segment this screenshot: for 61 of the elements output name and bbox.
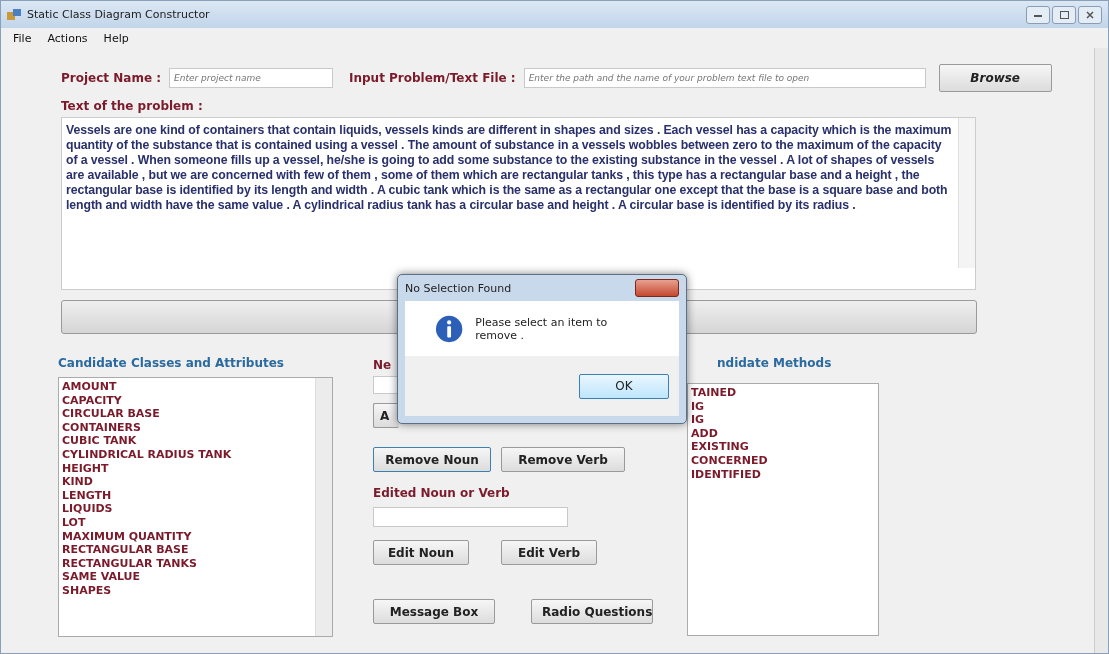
list-item[interactable]: LIQUIDS — [62, 502, 312, 516]
list-item[interactable]: EXISTING — [691, 440, 875, 454]
file-path-field[interactable]: Enter the path and the name of your problem text file to open — [523, 68, 926, 88]
add-button[interactable]: A — [373, 403, 399, 428]
list-item[interactable]: SHAPES — [62, 583, 312, 598]
remove-button[interactable]: Remove Noun — [373, 447, 491, 472]
project-name-field[interactable]: Enter project name — [169, 68, 333, 88]
app-icon — [7, 8, 21, 21]
list-item[interactable]: CUBIC TANK — [62, 434, 312, 448]
list-item[interactable]: CONTAINERS — [62, 420, 312, 435]
list-item[interactable]: CYLINDRICAL RADIUS TANK — [62, 447, 312, 462]
edit-button[interactable]: Edit Verb — [501, 540, 597, 565]
list-item[interactable]: ADD — [691, 426, 875, 441]
remove-button[interactable]: Remove Verb — [501, 447, 625, 472]
ok-button[interactable]: OK — [579, 373, 669, 399]
classes-heading: Candidate Classes and Attributes — [58, 356, 284, 370]
action-button[interactable]: Message Box — [373, 599, 495, 624]
menu-item[interactable]: Actions — [39, 29, 96, 47]
list-item[interactable]: IG — [691, 413, 875, 427]
menu-item[interactable]: File — [5, 29, 40, 47]
maximize-icon — [1059, 10, 1069, 19]
list-item[interactable]: AMOUNT — [62, 380, 312, 394]
menu-item[interactable]: Help — [95, 29, 137, 47]
project-name-label: Project Name : — [61, 71, 161, 85]
list-item[interactable]: CONCERNED — [691, 453, 875, 468]
window-title: Static Class Diagram Constructor — [27, 8, 210, 21]
new-item-field[interactable] — [373, 376, 399, 394]
list-item[interactable]: HEIGHT — [62, 461, 312, 476]
close-icon — [1086, 10, 1094, 19]
close-button[interactable] — [1078, 5, 1102, 24]
list-item[interactable]: CAPACITY — [62, 393, 312, 408]
scrollbar[interactable] — [1094, 48, 1108, 653]
methods-heading: ndidate Methods — [717, 356, 832, 370]
edit-field[interactable] — [373, 507, 568, 527]
scrollbar[interactable] — [315, 378, 332, 636]
minimize-button[interactable] — [1026, 5, 1050, 24]
edit-button[interactable]: Edit Noun — [373, 540, 469, 565]
list-item[interactable]: SAME VALUE — [62, 570, 312, 584]
list-item[interactable]: IG — [691, 399, 875, 414]
list-item[interactable]: RECTANGULAR BASE — [62, 543, 312, 557]
maximize-button[interactable] — [1052, 5, 1076, 24]
problem-text-area[interactable]: Vessels are one kind of containers that contain liquids, vessels kinds are different in shapes and sizes . Each vessel has a capacity which is the maximum quantity of the substance that is contained using a vessel . The amount of substance in a vessels wobbles between zero to the maximum of the capacity of a vessel . When someone fills up a vessel, he/she is going to add some substance to the existing substance in the vessel . A lot of shapes of vessels are available , but we are concerned with few of them , some of them which are rectangular tanks , this type has a rectangular base and a height , the rectangular base is identified by its length and width . A cubic tank which is the same as a rectangular one except that the base is a square base and both length and width have the same value . A cylindrical radius tank has a circular base and height . A circular base is identified by its radius . — [62, 118, 958, 218]
action-button[interactable]: Radio Questions — [531, 599, 653, 624]
list-item[interactable]: CIRCULAR BASE — [62, 407, 312, 421]
close-button[interactable] — [635, 279, 679, 297]
list-item[interactable]: TAINED — [691, 386, 875, 400]
browse-button[interactable]: Browse — [938, 64, 1052, 92]
list-item[interactable]: KIND — [62, 475, 312, 489]
list-item[interactable]: MAXIMUM QUANTITY — [62, 529, 312, 544]
list-item[interactable]: RECTANGULAR TANKS — [62, 556, 312, 571]
dialog-title: No Selection Found — [405, 281, 512, 295]
info-icon — [435, 313, 464, 344]
scrollbar[interactable] — [958, 118, 975, 268]
list-item[interactable]: IDENTIFIED — [691, 467, 875, 482]
dialog-message: Please select an item to remove . — [475, 315, 609, 342]
input-file-label: Input Problem/Text File : — [349, 71, 516, 85]
new-label: Ne — [373, 358, 392, 372]
edited-label: Edited Noun or Verb — [373, 486, 510, 500]
problem-text-label: Text of the problem : — [61, 99, 204, 113]
list-item[interactable]: LOT — [62, 515, 312, 530]
list-item[interactable]: LENGTH — [62, 488, 312, 503]
